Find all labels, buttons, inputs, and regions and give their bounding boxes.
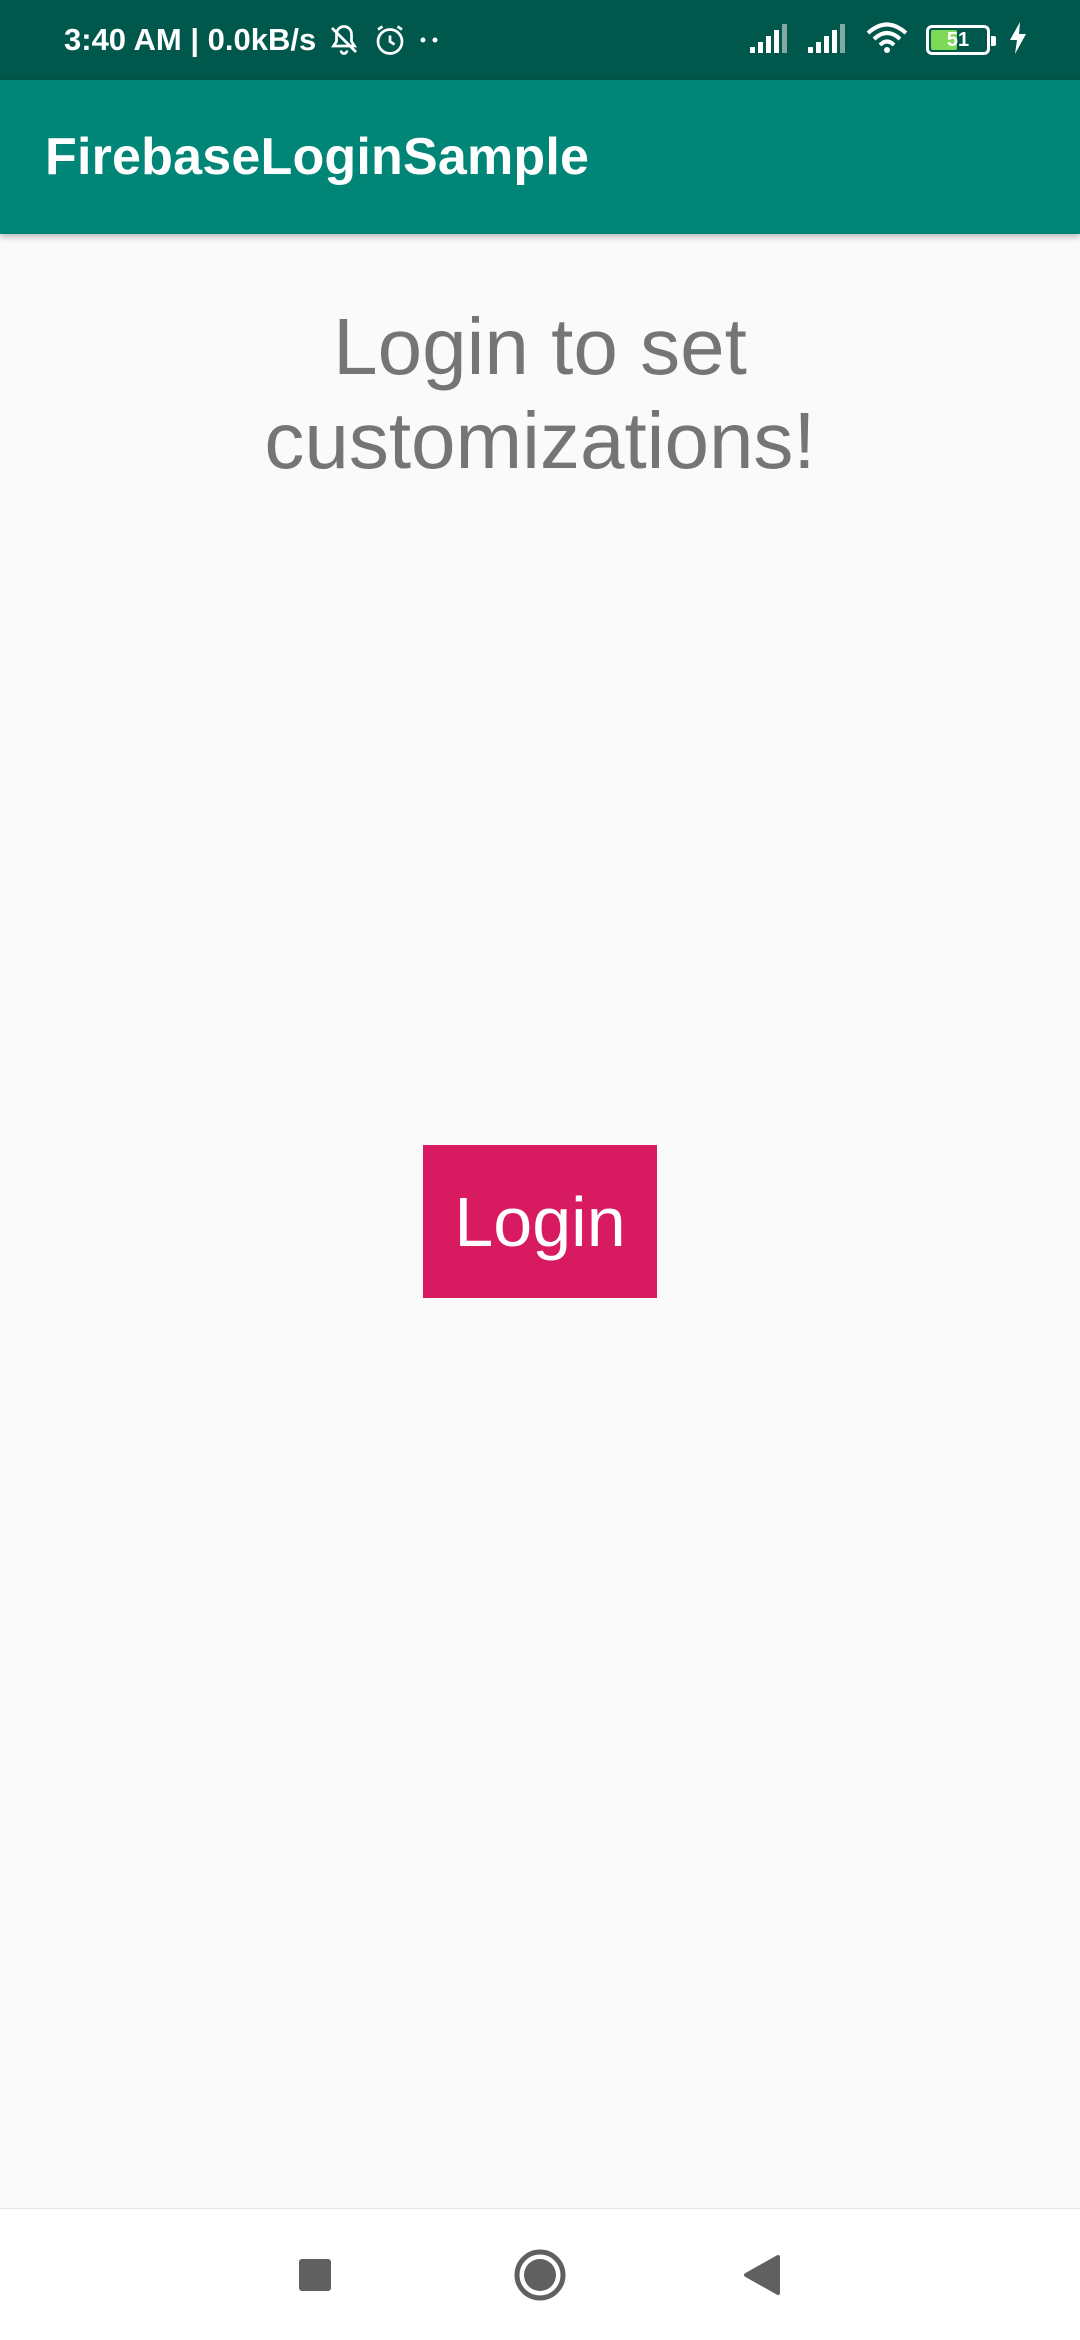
recents-button[interactable]: [255, 2209, 375, 2340]
battery-tip: [991, 36, 996, 46]
charging-icon: [1008, 21, 1028, 59]
square-icon: [299, 2259, 331, 2291]
back-triangle-icon: [744, 2255, 780, 2295]
status-time-speed: 3:40 AM | 0.0kB/s: [64, 22, 317, 57]
status-bar: 3:40 AM | 0.0kB/s 51: [0, 0, 1080, 80]
navigation-bar: [0, 2208, 1080, 2340]
screen: 3:40 AM | 0.0kB/s 51 FirebaseLoginSample…: [0, 0, 1080, 2340]
circle-icon: [514, 2249, 566, 2301]
page-headline: Login to set customizations!: [264, 302, 816, 485]
login-button[interactable]: Login: [423, 1145, 657, 1298]
more-dots-icon: [418, 34, 442, 46]
home-button[interactable]: [480, 2209, 600, 2340]
back-button[interactable]: [702, 2209, 822, 2340]
app-title: FirebaseLoginSample: [45, 128, 590, 186]
wifi-icon: [866, 22, 908, 59]
status-left: 3:40 AM | 0.0kB/s: [64, 0, 442, 80]
battery-level: 51: [946, 28, 970, 51]
battery-icon: 51: [926, 25, 996, 55]
status-right: 51: [750, 0, 1028, 80]
app-bar: FirebaseLoginSample: [0, 80, 1080, 234]
alarm-icon: [372, 22, 408, 58]
signal-icon: [808, 23, 848, 58]
mute-icon: [326, 22, 362, 58]
signal-icon: [750, 23, 790, 58]
